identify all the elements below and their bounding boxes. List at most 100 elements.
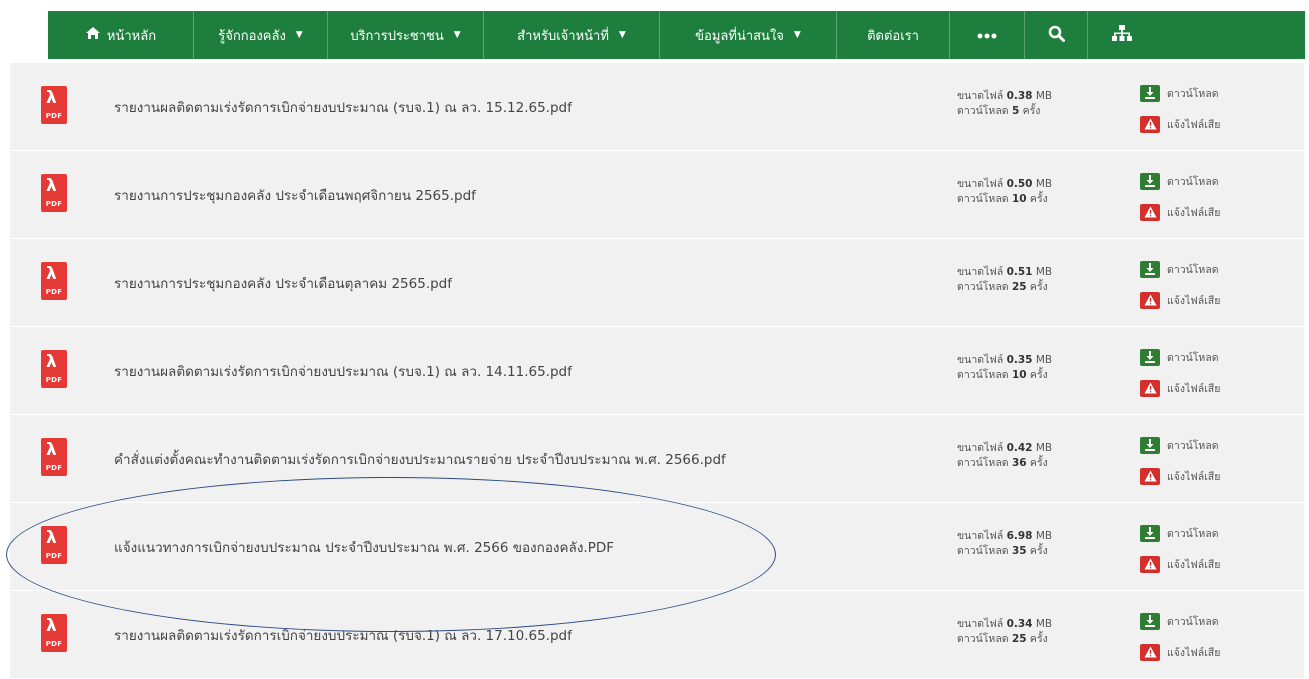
report-button-label: แจ้งไฟล์เสีย <box>1167 470 1221 483</box>
download-button[interactable]: ดาวน์โหลด <box>1140 83 1220 103</box>
download-button[interactable]: ดาวน์โหลด <box>1140 259 1220 279</box>
download-button-label: ดาวน์โหลด <box>1167 527 1219 540</box>
file-name-link[interactable]: รายงานการประชุมกองคลัง ประจำเดือนตุลาคม … <box>114 239 452 326</box>
more-icon <box>977 28 997 43</box>
report-broken-file-button[interactable]: แจ้งไฟล์เสีย <box>1140 466 1220 486</box>
report-broken-file-button[interactable]: แจ้งไฟล์เสีย <box>1140 554 1220 574</box>
file-meta: ขนาดไฟล์ 0.50 MB ดาวน์โหลด 10 ครั้ง <box>957 177 1052 207</box>
download-icon <box>1140 524 1160 542</box>
file-size: ขนาดไฟล์ 0.42 MB <box>957 441 1052 456</box>
nav-about[interactable]: รู้จักกองคลัง ▼ <box>194 11 328 59</box>
file-size-value: 0.38 <box>1006 90 1033 102</box>
download-icon <box>1140 84 1160 102</box>
warning-icon <box>1140 555 1160 573</box>
file-size-value: 0.42 <box>1006 442 1033 454</box>
download-count: ดาวน์โหลด 35 ครั้ง <box>957 544 1052 559</box>
warning-icon <box>1140 115 1160 133</box>
report-broken-file-button[interactable]: แจ้งไฟล์เสีย <box>1140 202 1220 222</box>
nav-home[interactable]: หน้าหลัก <box>48 11 194 59</box>
file-actions: ดาวน์โหลด แจ้งไฟล์เสีย <box>1140 435 1220 497</box>
pdf-tag: PDF <box>45 112 63 120</box>
report-broken-file-button[interactable]: แจ้งไฟล์เสีย <box>1140 378 1220 398</box>
file-row: λ PDF รายงานผลติดตามเร่งรัดการเบิกจ่ายงบ… <box>10 327 1304 415</box>
file-size-value: 0.50 <box>1006 178 1033 190</box>
file-actions: ดาวน์โหลด แจ้งไฟล์เสีย <box>1140 259 1220 321</box>
nav-more-button[interactable] <box>950 11 1025 59</box>
download-count-label: ดาวน์โหลด <box>957 457 1009 469</box>
file-size-unit: MB <box>1035 90 1053 102</box>
pdf-tag: PDF <box>45 552 63 560</box>
download-count-label: ดาวน์โหลด <box>957 633 1009 645</box>
file-actions: ดาวน์โหลด แจ้งไฟล์เสีย <box>1140 347 1220 409</box>
file-size-value: 0.34 <box>1006 618 1033 630</box>
search-icon <box>1048 25 1065 46</box>
file-size-label: ขนาดไฟล์ <box>957 266 1004 278</box>
pdf-tag: PDF <box>45 376 63 384</box>
download-button[interactable]: ดาวน์โหลด <box>1140 347 1220 367</box>
download-count-value: 25 <box>1011 281 1027 293</box>
download-button[interactable]: ดาวน์โหลด <box>1140 611 1220 631</box>
report-broken-file-button[interactable]: แจ้งไฟล์เสีย <box>1140 290 1220 310</box>
file-size-label: ขนาดไฟล์ <box>957 90 1004 102</box>
download-count-unit: ครั้ง <box>1029 457 1048 469</box>
report-broken-file-button[interactable]: แจ้งไฟล์เสีย <box>1140 642 1220 662</box>
download-button[interactable]: ดาวน์โหลด <box>1140 435 1220 455</box>
download-icon <box>1140 172 1160 190</box>
download-button-label: ดาวน์โหลด <box>1167 175 1219 188</box>
download-count: ดาวน์โหลด 10 ครั้ง <box>957 192 1052 207</box>
nav-search-button[interactable] <box>1025 11 1088 59</box>
nav-sitemap-button[interactable] <box>1088 11 1156 59</box>
download-count-value: 36 <box>1011 457 1027 469</box>
chevron-down-icon: ▼ <box>793 30 801 40</box>
report-button-label: แจ้งไฟล์เสีย <box>1167 118 1221 131</box>
download-count: ดาวน์โหลด 25 ครั้ง <box>957 280 1052 295</box>
report-broken-file-button[interactable]: แจ้งไฟล์เสีย <box>1140 114 1220 134</box>
download-button-label: ดาวน์โหลด <box>1167 351 1219 364</box>
nav-contact[interactable]: ติดต่อเรา <box>837 11 950 59</box>
nav-home-label: หน้าหลัก <box>106 28 157 44</box>
download-count-label: ดาวน์โหลด <box>957 369 1009 381</box>
file-size-unit: MB <box>1035 618 1053 630</box>
file-name-link[interactable]: รายงานผลติดตามเร่งรัดการเบิกจ่ายงบประมาณ… <box>114 591 572 678</box>
file-row: λ PDF แจ้งแนวทางการเบิกจ่ายงบประมาณ ประจ… <box>10 503 1304 591</box>
file-size-value: 0.51 <box>1006 266 1033 278</box>
nav-info-label: ข้อมูลที่น่าสนใจ <box>695 28 784 44</box>
download-count-value: 25 <box>1011 633 1027 645</box>
warning-icon <box>1140 643 1160 661</box>
file-actions: ดาวน์โหลด แจ้งไฟล์เสีย <box>1140 83 1220 145</box>
pdf-tag: PDF <box>45 200 63 208</box>
file-name-link[interactable]: รายงานผลติดตามเร่งรัดการเบิกจ่ายงบประมาณ… <box>114 327 572 414</box>
file-name-link[interactable]: คำสั่งแต่งตั้งคณะทำงานติดตามเร่งรัดการเบ… <box>114 415 726 502</box>
download-button-label: ดาวน์โหลด <box>1167 263 1219 276</box>
download-count-value: 5 <box>1011 105 1020 117</box>
download-icon <box>1140 612 1160 630</box>
file-name-link[interactable]: รายงานผลติดตามเร่งรัดการเบิกจ่ายงบประมาณ… <box>114 63 572 150</box>
file-size-unit: MB <box>1035 266 1053 278</box>
download-count: ดาวน์โหลด 36 ครั้ง <box>957 456 1052 471</box>
main-navbar: หน้าหลัก รู้จักกองคลัง ▼ บริการประชาชน ▼… <box>48 11 1305 59</box>
nav-info[interactable]: ข้อมูลที่น่าสนใจ ▼ <box>660 11 837 59</box>
pdf-file-icon: λ PDF <box>41 86 67 124</box>
file-size-label: ขนาดไฟล์ <box>957 442 1004 454</box>
download-button[interactable]: ดาวน์โหลด <box>1140 171 1220 191</box>
download-button[interactable]: ดาวน์โหลด <box>1140 523 1220 543</box>
nav-about-label: รู้จักกองคลัง <box>218 28 286 44</box>
chevron-down-icon: ▼ <box>618 30 626 40</box>
download-count-label: ดาวน์โหลด <box>957 193 1009 205</box>
file-actions: ดาวน์โหลด แจ้งไฟล์เสีย <box>1140 523 1220 585</box>
file-size-value: 0.35 <box>1006 354 1033 366</box>
file-name-link[interactable]: รายงานการประชุมกองคลัง ประจำเดือนพฤศจิกา… <box>114 151 476 238</box>
download-count: ดาวน์โหลด 10 ครั้ง <box>957 368 1052 383</box>
file-row: λ PDF คำสั่งแต่งตั้งคณะทำงานติดตามเร่งรั… <box>10 415 1304 503</box>
file-name-link[interactable]: แจ้งแนวทางการเบิกจ่ายงบประมาณ ประจำปีงบป… <box>114 503 614 590</box>
download-count-unit: ครั้ง <box>1029 633 1048 645</box>
pdf-tag: PDF <box>45 640 63 648</box>
nav-services-label: บริการประชาชน <box>350 28 444 44</box>
download-count-unit: ครั้ง <box>1029 193 1048 205</box>
file-size-unit: MB <box>1035 178 1053 190</box>
nav-services[interactable]: บริการประชาชน ▼ <box>328 11 484 59</box>
file-size-label: ขนาดไฟล์ <box>957 618 1004 630</box>
home-icon <box>85 26 101 44</box>
file-meta: ขนาดไฟล์ 6.98 MB ดาวน์โหลด 35 ครั้ง <box>957 529 1052 559</box>
nav-staff[interactable]: สำหรับเจ้าหน้าที่ ▼ <box>484 11 660 59</box>
